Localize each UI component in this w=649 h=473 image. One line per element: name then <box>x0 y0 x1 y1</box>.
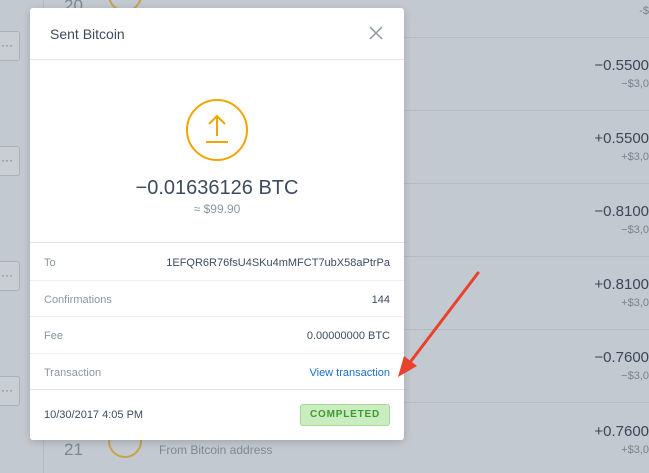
list-item-btc: −0.7600 <box>594 349 649 366</box>
close-icon[interactable] <box>368 25 384 41</box>
list-item-btc: −0.8100 <box>594 203 649 220</box>
list-item-usd: +$3,0 <box>621 297 649 309</box>
modal-footer: 10/30/2017 4:05 PM COMPLETED <box>30 389 404 440</box>
more-button[interactable]: ··· <box>0 261 20 291</box>
view-transaction-link[interactable]: View transaction <box>309 367 390 379</box>
transaction-details: To 1EFQR6R76fsU4SKu4mMFCT7ubX58aPtrPa Co… <box>30 244 404 390</box>
detail-label: Transaction <box>44 366 102 379</box>
detail-row-confirmations: Confirmations 144 <box>30 281 404 317</box>
list-item-btc: +0.7600 <box>594 423 649 440</box>
list-item-btc: +0.8100 <box>594 276 649 293</box>
detail-label: To <box>44 257 56 269</box>
modal-title: Sent Bitcoin <box>50 26 125 42</box>
list-item-usd: +$3,0 <box>621 444 649 456</box>
list-item-description: From Bitcoin address <box>159 443 273 457</box>
transaction-date: 10/30/2017 4:05 PM <box>44 409 144 421</box>
list-item-usd: −$3,0 <box>621 78 649 90</box>
list-item-usd: −$3,0 <box>621 224 649 236</box>
recipient-address: 1EFQR6R76fsU4SKu4mMFCT7ubX58aPtrPa <box>166 257 390 269</box>
detail-label: Fee <box>44 330 63 342</box>
detail-row-transaction: Transaction View transaction <box>30 354 404 391</box>
status-badge: COMPLETED <box>300 404 390 426</box>
upload-arrow-icon <box>186 99 248 161</box>
list-item-btc: −0.5500 <box>594 57 649 74</box>
list-item-usd: -$ <box>639 5 649 17</box>
more-button[interactable]: ··· <box>0 31 20 61</box>
confirmations-value: 144 <box>371 293 390 306</box>
usd-amount: ≈ $99.90 <box>193 202 241 216</box>
transaction-modal: Sent Bitcoin −0.01636126 BTC ≈ $99.90 To… <box>30 8 404 440</box>
modal-header: Sent Bitcoin <box>30 8 404 60</box>
amount-summary: −0.01636126 BTC ≈ $99.90 <box>30 60 404 243</box>
more-button[interactable]: ··· <box>0 146 20 176</box>
list-item-usd: −$3,0 <box>621 370 649 382</box>
btc-amount: −0.01636126 BTC <box>135 177 299 199</box>
list-item-btc: +0.5500 <box>594 130 649 147</box>
detail-row-fee: Fee 0.00000000 BTC <box>30 317 404 354</box>
list-item-usd: +$3,0 <box>621 151 649 163</box>
fee-value: 0.00000000 BTC <box>306 330 390 342</box>
day-label: 21 <box>64 440 83 459</box>
detail-label: Confirmations <box>44 293 112 306</box>
detail-row-to: To 1EFQR6R76fsU4SKu4mMFCT7ubX58aPtrPa <box>30 244 404 281</box>
more-button[interactable]: ··· <box>0 376 20 406</box>
